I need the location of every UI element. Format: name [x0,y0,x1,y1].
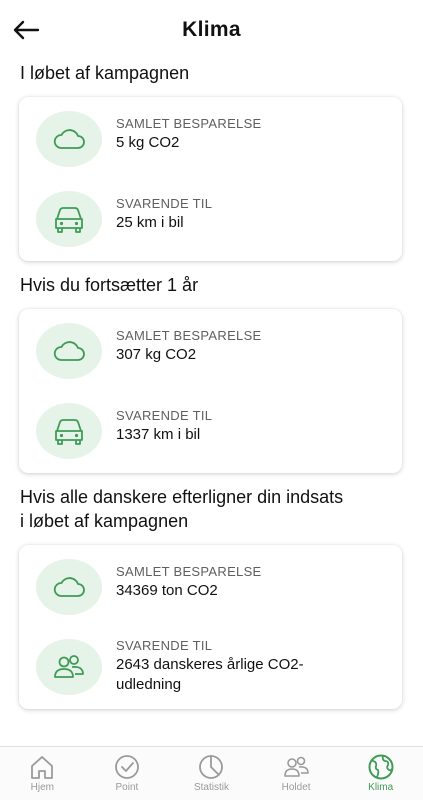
savings-row: SAMLET BESPARELSE 34369 ton CO2 [19,557,402,617]
globe-icon [368,754,394,780]
cloud-icon [36,323,102,379]
all-danes-card: SAMLET BESPARELSE 34369 ton CO2 SVARENDE… [19,545,402,709]
nav-item-hjem[interactable]: Hjem [0,747,85,800]
section-heading-one-year: Hvis du fortsætter 1 år [20,275,199,295]
equivalent-row: SVARENDE TIL 1337 km i bil [19,401,402,461]
row-label: SAMLET BESPARELSE [116,564,262,579]
nav-item-klima[interactable]: Klima [338,747,423,800]
nav-label: Klima [368,782,394,793]
nav-item-point[interactable]: Point [85,747,170,800]
car-icon [36,191,102,247]
page-title: Klima [182,18,241,41]
savings-row: SAMLET BESPARELSE 307 kg CO2 [19,321,402,381]
cloud-icon [36,559,102,615]
row-value: 307 kg CO2 [116,346,197,363]
nav-label: Statistik [193,782,229,793]
one-year-card: SAMLET BESPARELSE 307 kg CO2 SVARENDE TI… [19,309,402,473]
nav-label: Hjem [30,782,54,793]
nav-item-statistik[interactable]: Statistik [169,747,254,800]
car-icon [36,403,102,459]
home-icon [31,756,54,779]
app-header: Klima [0,0,423,62]
team-icon [284,756,309,777]
row-label: SVARENDE TIL [116,408,213,423]
bottom-nav: Hjem Point Statistik Holdet Klima [0,746,423,800]
row-value: 5 kg CO2 [116,134,180,151]
row-label: SVARENDE TIL [116,638,213,653]
row-label: SAMLET BESPARELSE [116,328,262,343]
row-label: SVARENDE TIL [116,196,213,211]
pie-chart-icon [199,755,224,779]
campaign-card: SAMLET BESPARELSE 5 kg CO2 SVARENDE TIL … [19,97,402,261]
row-value: 34369 ton CO2 [116,582,218,599]
row-value: 25 km i bil [116,214,184,231]
check-circle-icon [114,755,139,779]
equivalent-row: SVARENDE TIL 2643 danskeres årlige CO2-u… [19,637,402,697]
section-heading-all-danes: Hvis alle danskere efterligner din indsa… [20,487,344,531]
nav-label: Point [115,782,139,793]
nav-item-holdet[interactable]: Holdet [254,747,339,800]
people-icon [36,639,102,695]
row-value: 1337 km i bil [116,426,201,443]
cloud-icon [36,111,102,167]
row-value: 2643 danskeres årlige CO2-udledning [116,656,304,693]
equivalent-row: SVARENDE TIL 25 km i bil [19,189,402,249]
savings-row: SAMLET BESPARELSE 5 kg CO2 [19,109,402,169]
nav-label: Holdet [281,782,311,793]
section-heading-campaign: I løbet af kampagnen [20,63,190,83]
row-label: SAMLET BESPARELSE [116,116,262,131]
